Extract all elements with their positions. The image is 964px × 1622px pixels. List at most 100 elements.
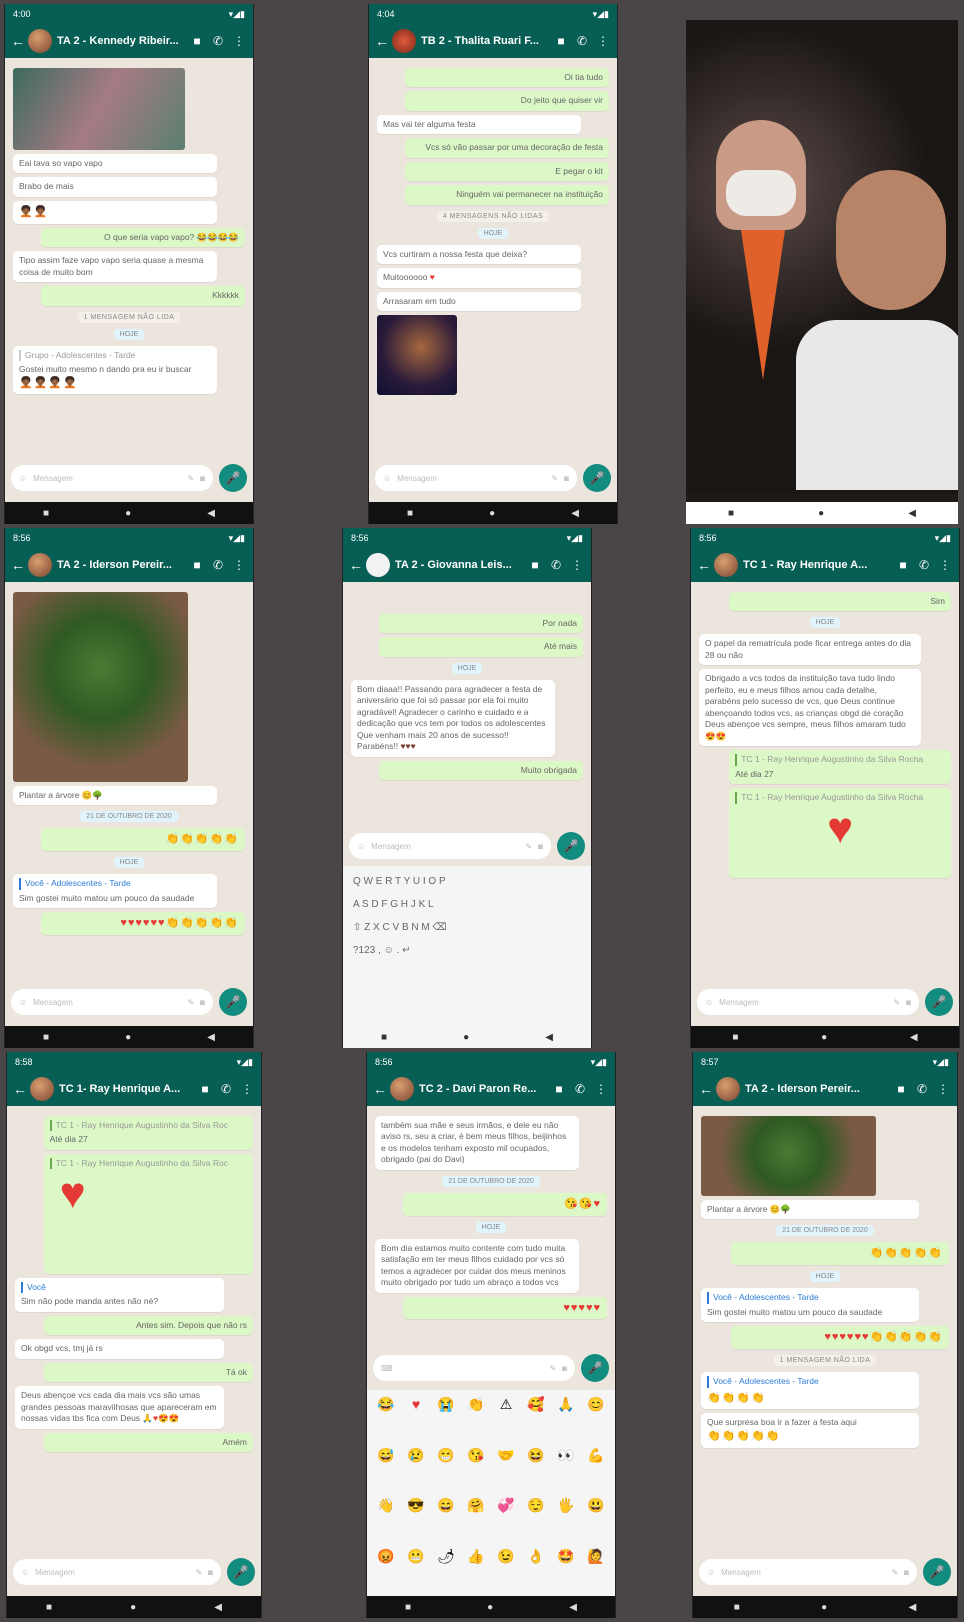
contact-avatar[interactable]: [716, 1077, 740, 1101]
back-arrow-icon[interactable]: ←: [699, 1081, 713, 1097]
home-icon[interactable]: ●: [821, 1032, 827, 1043]
emoji-key[interactable]: ♥: [403, 1396, 429, 1443]
message-input[interactable]: ☺ Mensagem ✎ ◙: [697, 989, 919, 1015]
tree-photo[interactable]: [701, 1116, 876, 1196]
more-vert-icon[interactable]: ⋮: [937, 558, 953, 572]
recents-icon[interactable]: ■: [407, 508, 413, 519]
recents-icon[interactable]: ■: [43, 1032, 49, 1043]
recents-icon[interactable]: ■: [405, 1602, 411, 1613]
chat-title[interactable]: TA 2 - Iderson Pereir...: [57, 559, 184, 571]
emoji-key[interactable]: 💪: [583, 1447, 609, 1494]
home-icon[interactable]: ●: [821, 1602, 827, 1613]
emoji-key[interactable]: 😆: [523, 1447, 549, 1494]
video-call-icon[interactable]: ■: [553, 34, 569, 48]
paperclip-icon[interactable]: ✎: [187, 474, 194, 483]
recents-icon[interactable]: ■: [381, 1032, 387, 1043]
contact-avatar[interactable]: [30, 1077, 54, 1101]
back-arrow-icon[interactable]: ←: [11, 557, 25, 573]
phone-icon[interactable]: ✆: [916, 558, 932, 572]
emoji-key[interactable]: 😬: [403, 1548, 429, 1595]
emoji-key[interactable]: 😂: [373, 1396, 399, 1443]
video-call-icon[interactable]: ■: [189, 34, 205, 48]
nav-back-icon[interactable]: ◀: [909, 1602, 917, 1613]
keyboard-row[interactable]: ⇧ Z X C V B N M ⌫: [349, 916, 585, 939]
microphone-icon[interactable]: 🎤: [557, 832, 585, 860]
contact-avatar[interactable]: [366, 553, 390, 577]
home-icon[interactable]: ●: [125, 1032, 131, 1043]
emoji-key[interactable]: 👌: [523, 1548, 549, 1595]
emoji-key[interactable]: 😅: [373, 1447, 399, 1494]
paperclip-icon[interactable]: ✎: [551, 474, 558, 483]
camera-icon[interactable]: ◙: [538, 842, 543, 851]
contact-avatar[interactable]: [390, 1077, 414, 1101]
phone-icon[interactable]: ✆: [548, 558, 564, 572]
emoji-key[interactable]: 👀: [553, 1447, 579, 1494]
paperclip-icon[interactable]: ✎: [893, 998, 900, 1007]
nav-back-icon[interactable]: ◀: [571, 508, 579, 519]
nav-back-icon[interactable]: ◀: [545, 1032, 553, 1043]
smiley-icon[interactable]: ☺: [19, 998, 27, 1007]
chat-title[interactable]: TA 2 - Giovanna Leis...: [395, 559, 522, 571]
chat-title[interactable]: TB 2 - Thalita Ruari F...: [421, 35, 548, 47]
video-call-icon[interactable]: ■: [895, 558, 911, 572]
video-call-icon[interactable]: ■: [893, 1082, 909, 1096]
message-input[interactable]: ☺ Mensagem ✎ ◙: [349, 833, 551, 859]
more-vert-icon[interactable]: ⋮: [593, 1082, 609, 1096]
camera-icon[interactable]: ◙: [906, 998, 911, 1007]
keyboard-row[interactable]: A S D F G H J K L: [349, 893, 585, 916]
emoji-key[interactable]: 😉: [493, 1548, 519, 1595]
shared-photo[interactable]: [13, 68, 185, 150]
emoji-key[interactable]: ⚠: [493, 1396, 519, 1443]
more-vert-icon[interactable]: ⋮: [239, 1082, 255, 1096]
keyboard-row[interactable]: Q W E R T Y U I O P: [349, 870, 585, 893]
contact-avatar[interactable]: [28, 553, 52, 577]
phone-icon[interactable]: ✆: [574, 34, 590, 48]
video-call-icon[interactable]: ■: [551, 1082, 567, 1096]
chat-title[interactable]: TC 1- Ray Henrique A...: [59, 1083, 192, 1095]
back-arrow-icon[interactable]: ←: [349, 557, 363, 573]
camera-icon[interactable]: ◙: [200, 474, 205, 483]
contact-avatar[interactable]: [28, 29, 52, 53]
camera-icon[interactable]: ◙: [208, 1568, 213, 1577]
home-icon[interactable]: ●: [489, 508, 495, 519]
contact-avatar[interactable]: [714, 553, 738, 577]
smiley-icon[interactable]: ☺: [705, 998, 713, 1007]
recents-icon[interactable]: ■: [43, 508, 49, 519]
phone-icon[interactable]: ✆: [572, 1082, 588, 1096]
emoji-key[interactable]: 😊: [583, 1396, 609, 1443]
emoji-key[interactable]: 😡: [373, 1548, 399, 1595]
nav-back-icon[interactable]: ◀: [908, 508, 916, 519]
nav-back-icon[interactable]: ◀: [207, 508, 215, 519]
home-icon[interactable]: ●: [487, 1602, 493, 1613]
chat-title[interactable]: TA 2 - Iderson Pereir...: [745, 1083, 888, 1095]
back-arrow-icon[interactable]: ←: [373, 1081, 387, 1097]
back-arrow-icon[interactable]: ←: [13, 1081, 27, 1097]
home-icon[interactable]: ●: [818, 508, 824, 519]
phone-icon[interactable]: ✆: [218, 1082, 234, 1096]
more-vert-icon[interactable]: ⋮: [595, 34, 611, 48]
nav-back-icon[interactable]: ◀: [910, 1032, 918, 1043]
emoji-key[interactable]: 👏: [463, 1396, 489, 1443]
emoji-key[interactable]: 🙋: [583, 1548, 609, 1595]
back-arrow-icon[interactable]: ←: [375, 33, 389, 49]
keyboard-row[interactable]: ?123 , ☺ . ↵: [349, 939, 585, 962]
soft-keyboard[interactable]: Q W E R T Y U I O P A S D F G H J K L ⇧ …: [343, 866, 591, 1026]
contact-avatar[interactable]: [392, 29, 416, 53]
message-input[interactable]: ☺ Mensagem ✎ ◙: [11, 989, 213, 1015]
emoji-key[interactable]: 😘: [463, 1447, 489, 1494]
emoji-key[interactable]: 😁: [433, 1447, 459, 1494]
emoji-key[interactable]: 💞: [493, 1497, 519, 1544]
microphone-icon[interactable]: 🎤: [923, 1558, 951, 1586]
back-arrow-icon[interactable]: ←: [697, 557, 711, 573]
emoji-key[interactable]: 😢: [403, 1447, 429, 1494]
microphone-icon[interactable]: 🎤: [581, 1354, 609, 1382]
recents-icon[interactable]: ■: [728, 508, 734, 519]
emoji-key[interactable]: 😌: [523, 1497, 549, 1544]
smiley-icon[interactable]: ☺: [19, 474, 27, 483]
chat-title[interactable]: TC 2 - Davi Paron Re...: [419, 1083, 546, 1095]
emoji-picker[interactable]: 😂 ♥ 😭 👏 ⚠ 🥰 🙏 😊 😅 😢 😁 😘 🤝 😆 👀 💪 👋 😎 😄 🤗 💞 😌 🖐 😃 😡 😬 🌶 👍 😉 👌 🤩 🙋: [367, 1390, 615, 1600]
message-input[interactable]: ☺ Mensagem ✎ ◙: [375, 465, 577, 491]
more-vert-icon[interactable]: ⋮: [231, 558, 247, 572]
emoji-key[interactable]: 🤝: [493, 1447, 519, 1494]
more-vert-icon[interactable]: ⋮: [935, 1082, 951, 1096]
